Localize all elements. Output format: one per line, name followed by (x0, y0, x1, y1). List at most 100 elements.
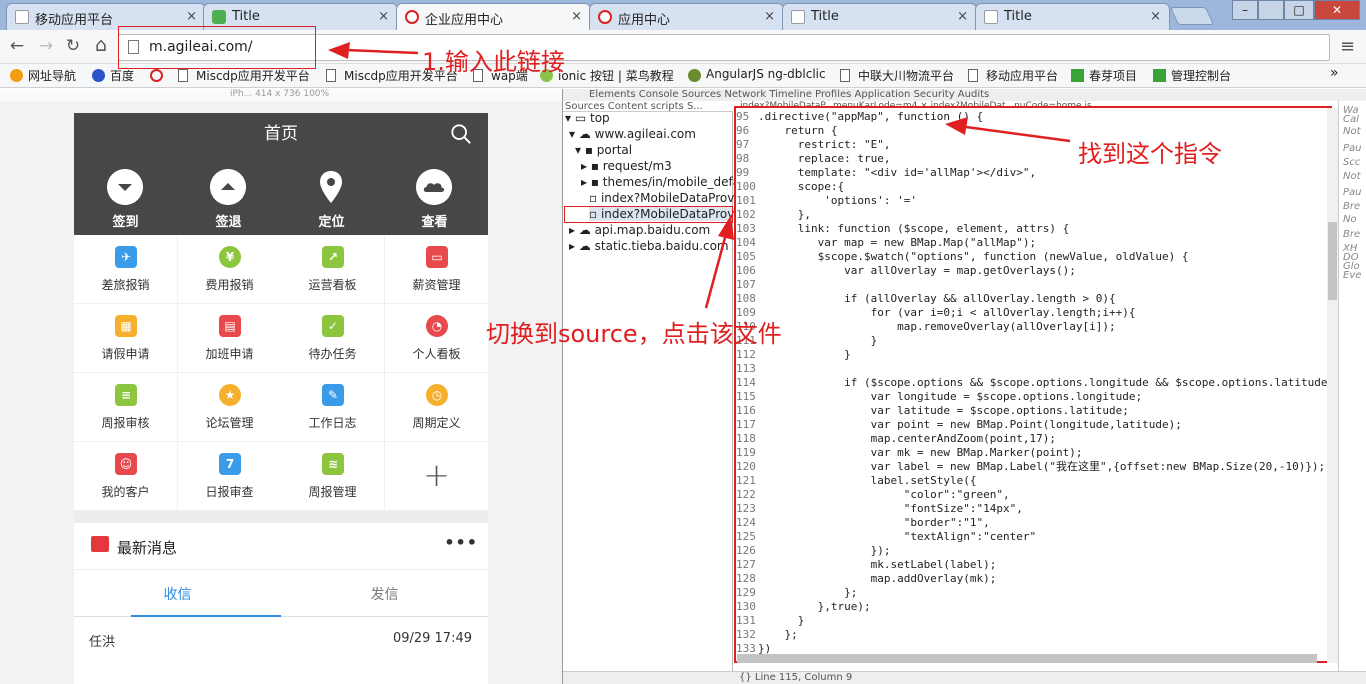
bookmark-item[interactable]: 管理控制台 (1153, 67, 1231, 84)
home-icon[interactable]: ⌂ (90, 34, 112, 56)
vertical-scrollbar[interactable] (1327, 108, 1338, 663)
line-number[interactable]: 117 (736, 418, 758, 432)
line-number[interactable]: 104 (736, 236, 758, 250)
code-line[interactable]: 113 (736, 362, 758, 376)
app-tile[interactable]: ↗ 运营看板 (281, 235, 384, 303)
tree-node[interactable]: ▾ ▭ top (565, 111, 610, 125)
line-number[interactable]: 131 (736, 614, 758, 628)
tab-3[interactable]: 应用中心 × (589, 3, 784, 30)
code-line[interactable]: 118 map.centerAndZoom(point,17); (736, 432, 1056, 446)
code-line[interactable]: 129 }; (736, 586, 857, 600)
app-tile[interactable]: ✈ 差旅报销 (74, 235, 177, 303)
line-number[interactable]: 102 (736, 208, 758, 222)
line-number[interactable]: 120 (736, 460, 758, 474)
tree-node[interactable]: ▾ ▪ portal (575, 143, 632, 157)
bookmark-item[interactable]: 春芽项目 (1071, 67, 1137, 84)
line-number[interactable]: 95 (736, 110, 758, 124)
line-number[interactable]: 108 (736, 292, 758, 306)
code-line[interactable]: 122 "color":"green", (736, 488, 1010, 502)
code-line[interactable]: 97 restrict: "E", (736, 138, 890, 152)
debugger-section[interactable]: Cal (1343, 114, 1359, 125)
code-line[interactable]: 114 if ($scope.options && $scope.options… (736, 376, 1330, 390)
bookmark-item[interactable]: AngularJS ng-dblclic (688, 67, 826, 82)
maximize-button[interactable]: □ (1284, 0, 1314, 20)
debugger-section[interactable]: Bre (1343, 201, 1360, 212)
code-line[interactable]: 130 },true); (736, 600, 871, 614)
line-number[interactable]: 115 (736, 390, 758, 404)
list-item[interactable]: 任洪 09/29 17:49 (74, 618, 488, 658)
code-line[interactable]: 117 var point = new BMap.Point(longitude… (736, 418, 1182, 432)
line-number[interactable]: 97 (736, 138, 758, 152)
line-number[interactable]: 105 (736, 250, 758, 264)
code-line[interactable]: 119 var mk = new BMap.Marker(point); (736, 446, 1083, 460)
code-line[interactable]: 98 replace: true, (736, 152, 890, 166)
tab-4[interactable]: Title × (782, 3, 977, 30)
tree-node[interactable]: ▸ ☁ api.map.baidu.com (569, 223, 710, 237)
line-number[interactable]: 127 (736, 558, 758, 572)
line-number[interactable]: 126 (736, 544, 758, 558)
app-tile[interactable]: ◷ 周期定义 (385, 373, 488, 441)
app-tile[interactable]: ★ 论坛管理 (178, 373, 281, 441)
code-line[interactable]: 103 link: function ($scope, element, att… (736, 222, 1069, 236)
code-editor[interactable]: 95 .directive("appMap", function () {96 r… (734, 106, 1332, 663)
app-tile[interactable]: ✓ 待办任务 (281, 304, 384, 372)
line-number[interactable]: 106 (736, 264, 758, 278)
code-line[interactable]: 127 mk.setLabel(label); (736, 558, 996, 572)
line-number[interactable]: 98 (736, 152, 758, 166)
tab-inbox[interactable]: 收信 (74, 584, 281, 604)
bookmark-item[interactable]: 中联大川物流平台 (840, 67, 954, 84)
tab-2[interactable]: 企业应用中心 × (396, 3, 591, 30)
app-tile[interactable]: ▦ 请假申请 (74, 304, 177, 372)
line-number[interactable]: 118 (736, 432, 758, 446)
tab-5[interactable]: Title × (975, 3, 1170, 30)
code-line[interactable]: 96 return { (736, 124, 837, 138)
tree-node[interactable]: ▸ ▪ themes/in/mobile_default (581, 175, 756, 189)
code-line[interactable]: 121 label.setStyle({ (736, 474, 977, 488)
code-line[interactable]: 106 var allOverlay = map.getOverlays(); (736, 264, 1076, 278)
tree-node[interactable]: ▾ ☁ www.agileai.com (569, 127, 696, 141)
close-icon[interactable]: × (378, 9, 389, 24)
app-tile[interactable]: ▤ 加班申请 (178, 304, 281, 372)
line-number[interactable]: 103 (736, 222, 758, 236)
locate-button[interactable]: 定位 (280, 155, 383, 235)
debugger-section[interactable]: Bre (1343, 229, 1360, 240)
line-number[interactable]: 121 (736, 474, 758, 488)
horizontal-scrollbar[interactable] (737, 654, 1317, 663)
bookmark-item[interactable]: 网址导航 (10, 67, 76, 84)
code-line[interactable]: 124 "border":"1", (736, 516, 990, 530)
app-tile[interactable]: ≡ 周报审核 (74, 373, 177, 441)
devtools-tabs[interactable]: Elements Console Sources Network Timelin… (563, 89, 1366, 101)
close-window-button[interactable]: ✕ (1314, 0, 1360, 20)
line-number[interactable]: 107 (736, 278, 758, 292)
code-line[interactable]: 112 } (736, 348, 851, 362)
code-line[interactable]: 131 } (736, 614, 804, 628)
line-number[interactable]: 100 (736, 180, 758, 194)
code-line[interactable]: 120 var label = new BMap.Label("我在这里",{o… (736, 460, 1325, 474)
code-line[interactable]: 95 .directive("appMap", function () { (736, 110, 983, 124)
code-line[interactable]: 105 $scope.$watch("options", function (n… (736, 250, 1188, 264)
line-number[interactable]: 130 (736, 600, 758, 614)
close-icon[interactable]: × (957, 9, 968, 24)
line-number[interactable]: 116 (736, 404, 758, 418)
scrollbar-thumb[interactable] (1328, 222, 1337, 300)
tree-node[interactable]: ▫ index?MobileDataProvider (589, 191, 758, 205)
code-line[interactable]: 128 map.addOverlay(mk); (736, 572, 996, 586)
line-number[interactable]: 123 (736, 502, 758, 516)
minimize-button[interactable]: – (1232, 0, 1258, 20)
line-number[interactable]: 96 (736, 124, 758, 138)
code-line[interactable]: 125 "textAlign":"center" (736, 530, 1036, 544)
app-tile[interactable]: 7 日报审查 (178, 442, 281, 510)
debugger-section[interactable]: Eve (1343, 270, 1361, 281)
app-tile[interactable]: ¥ 费用报销 (178, 235, 281, 303)
user-button[interactable] (1258, 0, 1284, 20)
code-line[interactable]: 116 var latitude = $scope.options.latitu… (736, 404, 1129, 418)
tree-node[interactable]: ▸ ▪ request/m3 (581, 159, 672, 173)
line-number[interactable]: 101 (736, 194, 758, 208)
more-icon[interactable]: ••• (444, 533, 478, 552)
reload-icon[interactable]: ↻ (62, 36, 84, 56)
code-line[interactable]: 123 "fontSize":"14px", (736, 502, 1023, 516)
close-icon[interactable]: × (1150, 9, 1161, 24)
close-icon[interactable]: × (571, 9, 582, 24)
search-icon[interactable] (450, 123, 472, 145)
code-line[interactable]: 102 }, (736, 208, 811, 222)
